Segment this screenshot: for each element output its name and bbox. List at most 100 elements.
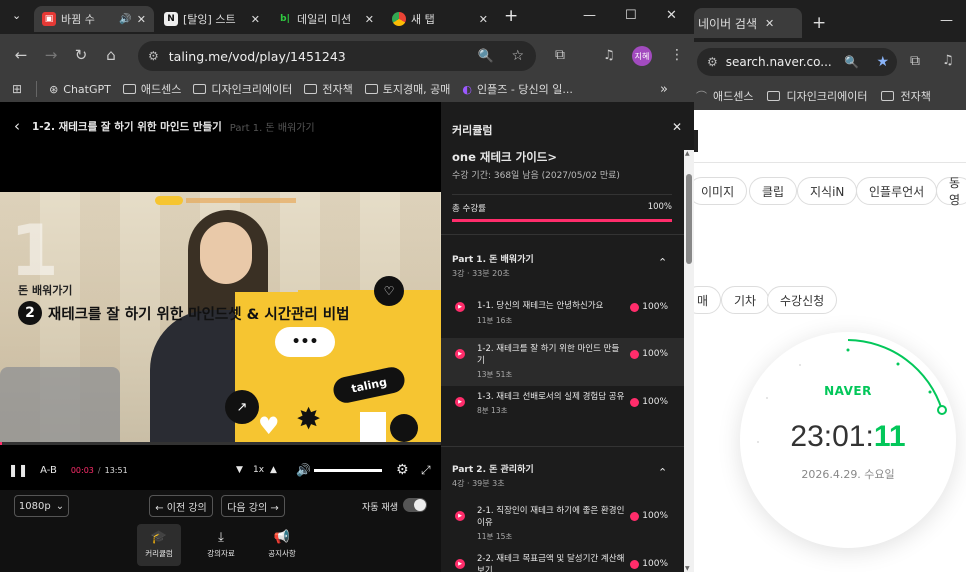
bookmark-adsense[interactable]: 애드센스 [713,88,753,104]
nav-materials[interactable]: ⤓ 강의자료 [199,524,243,566]
fullscreen-icon[interactable]: ⤢ [421,463,431,478]
chip-clip[interactable]: 클립 [749,177,798,205]
lesson-item-current[interactable]: ▶ 1-2. 재테크를 잘 하기 위한 마인드 만들기 13분 51초 100% [441,338,684,386]
speed-up-icon[interactable]: ▲ [270,465,277,475]
minimize-icon[interactable]: — [940,13,953,28]
video-kicker-text: 돈 배워가기 [18,284,73,297]
naver-toolbar: ⚙ search.naver.co... 🔍 ★ ⧉ ♫ [694,42,966,82]
part-title[interactable]: Part 1. 돈 배워가기 [452,252,534,265]
bookmark-design[interactable]: 디자인크리에이터 [786,88,867,104]
autoplay-toggle[interactable] [403,498,427,512]
address-bar[interactable]: ⚙ taling.me/vod/play/1451243 🔍 ☆ [138,41,536,71]
lesson-item[interactable]: ▶ 2-2. 재테크 목표금액 및 달성기간 계산해보기 100% [441,548,684,572]
chip-train[interactable]: 기차 [721,286,770,314]
menu-kebab-icon[interactable]: ⋮ [670,47,684,63]
site-info-icon[interactable]: ⚙ [148,49,159,63]
volume-slider[interactable] [314,469,382,472]
nav-curriculum[interactable]: 🎓 커리큘럼 [137,524,181,566]
tab-new-tab[interactable]: 새 탭 ✕ [384,6,496,32]
tab-daily-mission[interactable]: b| 데일리 미션 ✕ [270,6,382,32]
chip-course-enroll[interactable]: 수강신청 [767,286,838,314]
bookmark-adsense[interactable]: 애드센스 [122,81,181,97]
chip-influencer[interactable]: 인플루언서 [856,177,938,205]
bookmark-ebook[interactable]: 전자책 [304,81,353,97]
tab-taling-notion[interactable]: N [탈잉] 스트 ✕ [156,6,268,32]
media-control-icon[interactable]: ♫ [942,53,954,68]
lesson-item[interactable]: ▶ 2-1. 직장인이 재테크 하기에 좋은 환경인 이유 11분 15초 10… [441,500,684,548]
profile-avatar[interactable]: 지혜 [632,46,652,66]
lesson-item[interactable]: ▶ 1-1. 당신의 재테크는 안녕하신가요 11분 16초 100% [441,292,684,338]
pause-icon[interactable]: ❚❚ [8,463,28,477]
minimize-icon[interactable]: — [583,8,596,23]
tab-close-icon[interactable]: ✕ [365,13,374,26]
new-tab-plus-icon[interactable]: + [812,13,826,33]
close-panel-icon[interactable]: ✕ [672,120,682,134]
prev-lecture-button[interactable]: ← 이전 강의 [149,495,213,517]
bookmark-star-filled-icon[interactable]: ★ [876,54,889,70]
bookmark-star-icon[interactable]: ☆ [511,48,524,64]
tab-search-icon[interactable]: ⌄ [12,9,21,22]
new-tab-plus-icon[interactable]: + [504,6,518,26]
volume-icon[interactable]: 🔊 [296,463,311,477]
bookmark-auction[interactable]: 토지경매, 공매 [364,81,450,97]
next-lecture-button[interactable]: 다음 강의 → [221,495,285,517]
tab-label: 새 탭 [411,13,435,26]
url-text[interactable]: search.naver.co... [726,55,832,69]
chip-kin[interactable]: 지식iN [797,177,858,205]
play-icon: ▶ [455,302,465,312]
part-title[interactable]: Part 2. 돈 관리하기 [452,462,534,475]
seek-progress [0,442,2,445]
zoom-icon[interactable]: 🔍 [478,49,494,64]
bookmark-design[interactable]: 디자인크리에이터 [193,81,292,97]
video-number-badge: 2 [18,301,42,325]
naver-address-bar[interactable]: ⚙ search.naver.co... 🔍 ★ [697,48,897,76]
maximize-icon[interactable]: ☐ [625,8,637,23]
growth-chart-icon: ↗ [225,390,259,424]
total-progress: 총 수강률 100% [452,194,672,222]
chip-image[interactable]: 이미지 [694,177,748,205]
tab-close-icon[interactable]: ✕ [479,13,488,26]
panel-scrollbar[interactable]: ▲ ▼ [684,150,694,572]
extensions-icon[interactable]: ⧉ [555,47,565,63]
reload-icon[interactable]: ↻ [66,46,96,64]
zoom-icon[interactable]: 🔍 [844,55,859,69]
back-icon[interactable]: ← [6,46,36,64]
extensions-icon[interactable]: ⧉ [910,53,920,69]
folder-icon [193,84,207,94]
chip-trade[interactable]: 매 [694,286,722,314]
more-bookmarks-icon[interactable]: » [660,82,668,97]
seek-bar[interactable] [0,442,441,445]
scrollbar-thumb[interactable] [686,174,692,264]
bookmark-ebook[interactable]: 전자책 [900,88,930,104]
lesson-item[interactable]: ▶ 1-3. 재테크 선배로서의 실제 경험담 공유 8분 13초 100% [441,386,684,434]
heart-icon: ♥ [258,412,280,440]
quality-select[interactable]: 1080p ⌄ [14,495,69,517]
tab-naver-search[interactable]: 네이버 검색 ✕ [694,8,802,38]
speaker-icon[interactable]: 🔊 [119,14,131,25]
close-window-icon[interactable]: ✕ [666,8,677,23]
chevron-up-icon[interactable]: ⌃ [658,466,667,479]
bookmark-chatgpt[interactable]: ⊛ ChatGPT [49,83,111,96]
bookmark-influence[interactable]: ◐ 인플즈 - 당신의 일... [462,81,572,97]
chip-video[interactable]: 동영 [936,176,966,207]
back-arrow-icon[interactable]: ‹ [14,117,20,135]
settings-gear-icon[interactable]: ⚙ [396,462,409,478]
media-control-icon[interactable]: ♫ [603,48,615,63]
ab-repeat-button[interactable]: A-B [40,465,57,476]
tab-close-icon[interactable]: ✕ [251,13,260,26]
chevron-up-icon[interactable]: ⌃ [658,256,667,269]
tab-active[interactable]: ▣ 바뀜 수 🔊 ✕ [34,6,154,32]
url-text[interactable]: taling.me/vod/play/1451243 [169,49,346,64]
speed-down-icon[interactable]: ▼ [236,465,243,475]
tab-close-icon[interactable]: ✕ [765,17,774,30]
site-info-icon[interactable]: ⚙ [707,55,718,69]
forward-icon[interactable]: → [36,46,66,64]
naver-bookmarks-bar: ⌒ 애드센스 디자인크리에이터 전자책 [694,82,966,110]
video-player: ‹ 1-2. 재테크를 잘 하기 위한 마인드 만들기 Part 1. 돈 배워… [0,102,441,572]
home-icon[interactable]: ⌂ [96,46,126,64]
tab-close-icon[interactable]: ✕ [137,13,146,26]
mortarboard-icon: 🎓 [150,530,168,545]
video-frame[interactable]: 1 돈 배워가기 2 재테크를 잘 하기 위한 마인드셋 & 시간관리 비법 ♡… [0,192,441,442]
apps-grid-icon[interactable]: ⊞ [12,82,22,96]
nav-notice[interactable]: 📢 공지사항 [260,524,304,566]
